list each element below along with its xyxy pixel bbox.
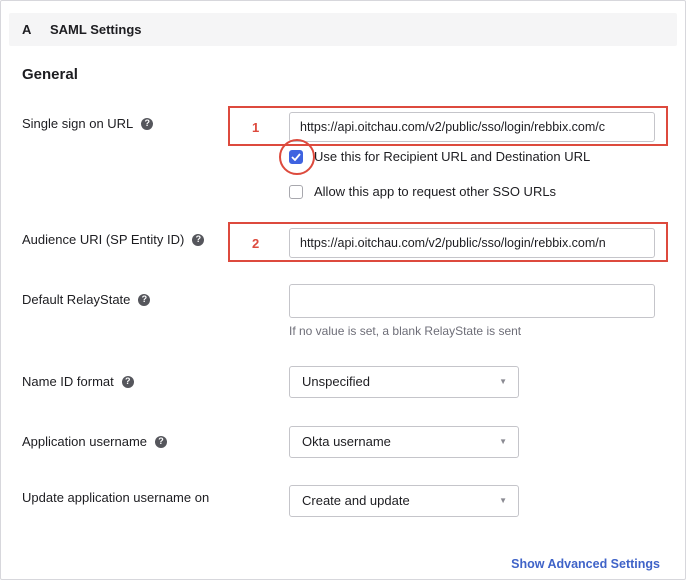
audience-uri-label-text: Audience URI (SP Entity ID) <box>22 232 185 247</box>
other-sso-checkbox[interactable] <box>289 184 303 199</box>
relay-state-label: Default RelayState ? <box>22 292 151 307</box>
relay-state-label-text: Default RelayState <box>22 292 131 307</box>
section-title: General <box>22 66 78 83</box>
other-sso-checkbox-row[interactable]: Allow this app to request other SSO URLs <box>289 184 556 199</box>
checkmark-icon <box>291 152 301 161</box>
help-icon[interactable]: ? <box>155 435 168 448</box>
other-sso-checkbox-label: Allow this app to request other SSO URLs <box>314 184 557 199</box>
help-icon[interactable]: ? <box>141 117 154 130</box>
app-username-label: Application username ? <box>22 434 168 449</box>
chevron-down-icon: ▼ <box>499 377 507 386</box>
step-letter: A <box>22 22 32 37</box>
help-icon[interactable]: ? <box>138 293 151 306</box>
app-username-value: Okta username <box>302 434 391 449</box>
audience-uri-label: Audience URI (SP Entity ID) ? <box>22 232 205 247</box>
name-id-format-label-text: Name ID format <box>22 374 114 389</box>
chevron-down-icon: ▼ <box>499 437 507 446</box>
header-title: SAML Settings <box>50 22 142 37</box>
name-id-format-select[interactable]: Unspecified ▼ <box>289 366 519 398</box>
update-username-value: Create and update <box>302 493 410 508</box>
relay-state-hint: If no value is set, a blank RelayState i… <box>289 324 522 338</box>
help-icon[interactable]: ? <box>192 233 205 246</box>
update-username-label-text: Update application username on <box>22 490 210 505</box>
help-icon[interactable]: ? <box>121 375 134 388</box>
annotation-marker-1: 1 <box>252 120 260 135</box>
chevron-down-icon: ▼ <box>499 496 507 505</box>
recipient-url-checkbox-label: Use this for Recipient URL and Destinati… <box>314 149 591 164</box>
sso-url-input[interactable]: https://api.oitchau.com/v2/public/sso/lo… <box>289 112 655 142</box>
sso-url-label-text: Single sign on URL <box>22 116 134 131</box>
relay-state-input[interactable] <box>289 284 655 318</box>
annotation-marker-2: 2 <box>252 236 260 251</box>
name-id-format-label: Name ID format ? <box>22 374 134 389</box>
recipient-url-checkbox[interactable] <box>289 149 303 164</box>
app-username-label-text: Application username <box>22 434 148 449</box>
name-id-format-value: Unspecified <box>302 374 370 389</box>
show-advanced-settings-link[interactable]: Show Advanced Settings <box>511 557 660 571</box>
update-username-label: Update application username on <box>22 490 209 505</box>
update-username-select[interactable]: Create and update ▼ <box>289 485 519 517</box>
recipient-url-checkbox-row[interactable]: Use this for Recipient URL and Destinati… <box>289 149 590 164</box>
sso-url-label: Single sign on URL ? <box>22 116 154 131</box>
audience-uri-input[interactable]: https://api.oitchau.com/v2/public/sso/lo… <box>289 228 655 258</box>
app-username-select[interactable]: Okta username ▼ <box>289 426 519 458</box>
